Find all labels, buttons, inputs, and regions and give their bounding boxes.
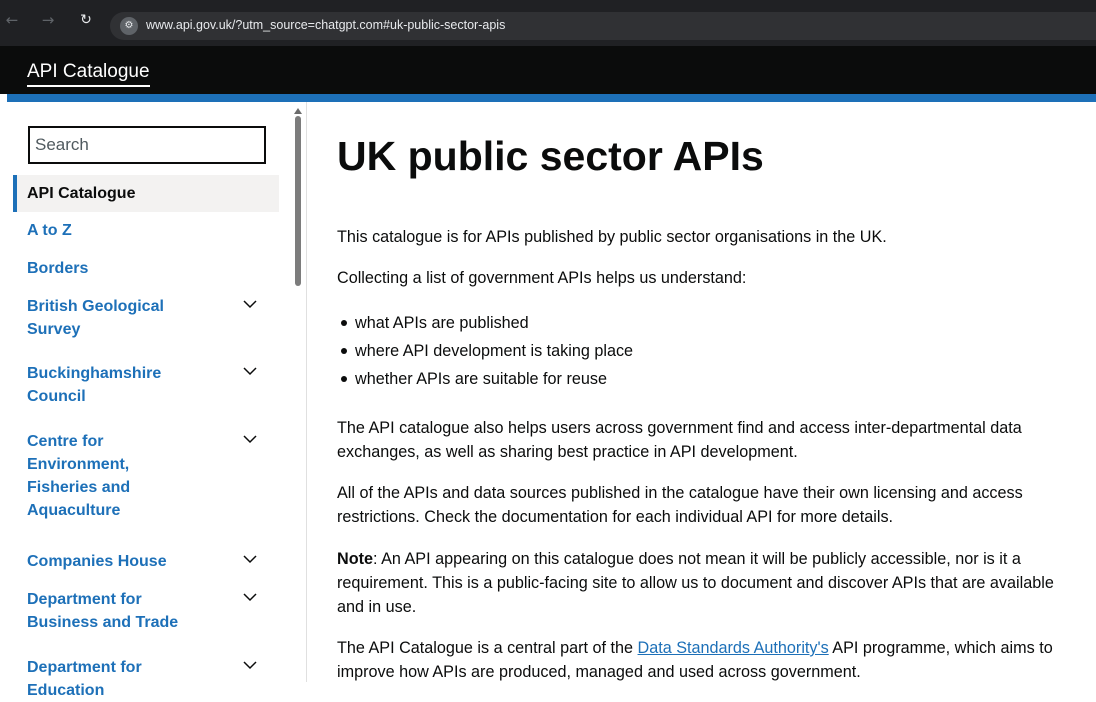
sidebar-item[interactable]: Centre for Environment, Fisheries and Aq… — [13, 430, 279, 522]
sidebar-item[interactable]: Department for Business and Trade — [13, 588, 279, 634]
address-bar[interactable]: ⚙ www.api.gov.uk/?utm_source=chatgpt.com… — [110, 12, 1096, 40]
chevron-down-icon[interactable] — [243, 658, 257, 672]
forward-arrow-icon[interactable]: → — [38, 10, 58, 30]
chevron-down-icon[interactable] — [243, 432, 257, 446]
data-standards-authority-link[interactable]: Data Standards Authority's — [638, 639, 829, 657]
note-label: Note — [337, 550, 373, 568]
note-text: : An API appearing on this catalogue doe… — [337, 550, 1054, 616]
note-paragraph: Note: An API appearing on this catalogue… — [337, 547, 1077, 619]
page-title: UK public sector APIs — [337, 133, 764, 179]
sidebar-item[interactable]: A to Z — [13, 219, 279, 242]
licensing-paragraph: All of the APIs and data sources publish… — [337, 484, 1023, 526]
programme-paragraph: The API Catalogue is a central part of t… — [337, 636, 1077, 684]
list-item: what APIs are published — [337, 309, 633, 337]
programme-text-before: The API Catalogue is a central part of t… — [337, 639, 638, 657]
purpose-list: what APIs are published where API develop… — [337, 309, 633, 393]
sidebar: API Catalogue A to Z Borders British Geolog… — [0, 102, 300, 699]
list-item: whether APIs are suitable for reuse — [337, 365, 633, 393]
site-header: API Catalogue — [0, 46, 1096, 94]
scrollbar-thumb[interactable] — [295, 116, 301, 286]
sidebar-item[interactable]: Department for Education — [13, 656, 279, 702]
sidebar-item[interactable]: Borders — [13, 257, 279, 280]
help-paragraph: The API catalogue also helps users acros… — [337, 419, 1022, 461]
sidebar-item-label[interactable]: Borders — [27, 257, 197, 280]
chevron-down-icon[interactable] — [243, 590, 257, 604]
intro-paragraph: This catalogue is for APIs published by … — [337, 228, 887, 246]
site-info-icon[interactable]: ⚙ — [120, 17, 138, 35]
scroll-up-arrow-icon[interactable] — [294, 108, 302, 114]
sidebar-item-label[interactable]: Centre for Environment, Fisheries and Aq… — [27, 430, 197, 522]
chevron-down-icon[interactable] — [243, 552, 257, 566]
sidebar-item[interactable]: Buckinghamshire Council — [13, 362, 279, 408]
lead-paragraph: Collecting a list of government APIs hel… — [337, 269, 747, 287]
sidebar-item-label[interactable]: Buckinghamshire Council — [27, 362, 197, 408]
back-arrow-icon[interactable]: ← — [2, 10, 22, 30]
browser-toolbar: ← → ↻ ⚙ www.api.gov.uk/?utm_source=chatg… — [0, 0, 1096, 46]
url-text[interactable]: www.api.gov.uk/?utm_source=chatgpt.com#u… — [146, 18, 505, 32]
sidebar-item-label[interactable]: Department for Education — [27, 656, 197, 702]
sidebar-scrollbar[interactable] — [290, 102, 307, 682]
sidebar-item[interactable]: British Geological Survey — [13, 295, 279, 341]
chevron-down-icon[interactable] — [243, 364, 257, 378]
sidebar-item-label[interactable]: A to Z — [27, 219, 197, 242]
sidebar-item[interactable]: Companies House — [13, 550, 279, 573]
list-item: where API development is taking place — [337, 337, 633, 365]
chevron-down-icon[interactable] — [243, 297, 257, 311]
sidebar-item-label[interactable]: Department for Business and Trade — [27, 588, 197, 634]
sidebar-item-label[interactable]: Companies House — [27, 550, 197, 573]
search-input[interactable] — [28, 126, 266, 164]
sidebar-item[interactable]: API Catalogue — [13, 175, 279, 212]
site-title-link[interactable]: API Catalogue — [27, 61, 150, 87]
sidebar-item-label[interactable]: British Geological Survey — [27, 295, 197, 341]
reload-icon[interactable]: ↻ — [76, 10, 96, 30]
sidebar-item-label[interactable]: API Catalogue — [27, 182, 197, 205]
header-accent-bar — [7, 94, 1096, 102]
